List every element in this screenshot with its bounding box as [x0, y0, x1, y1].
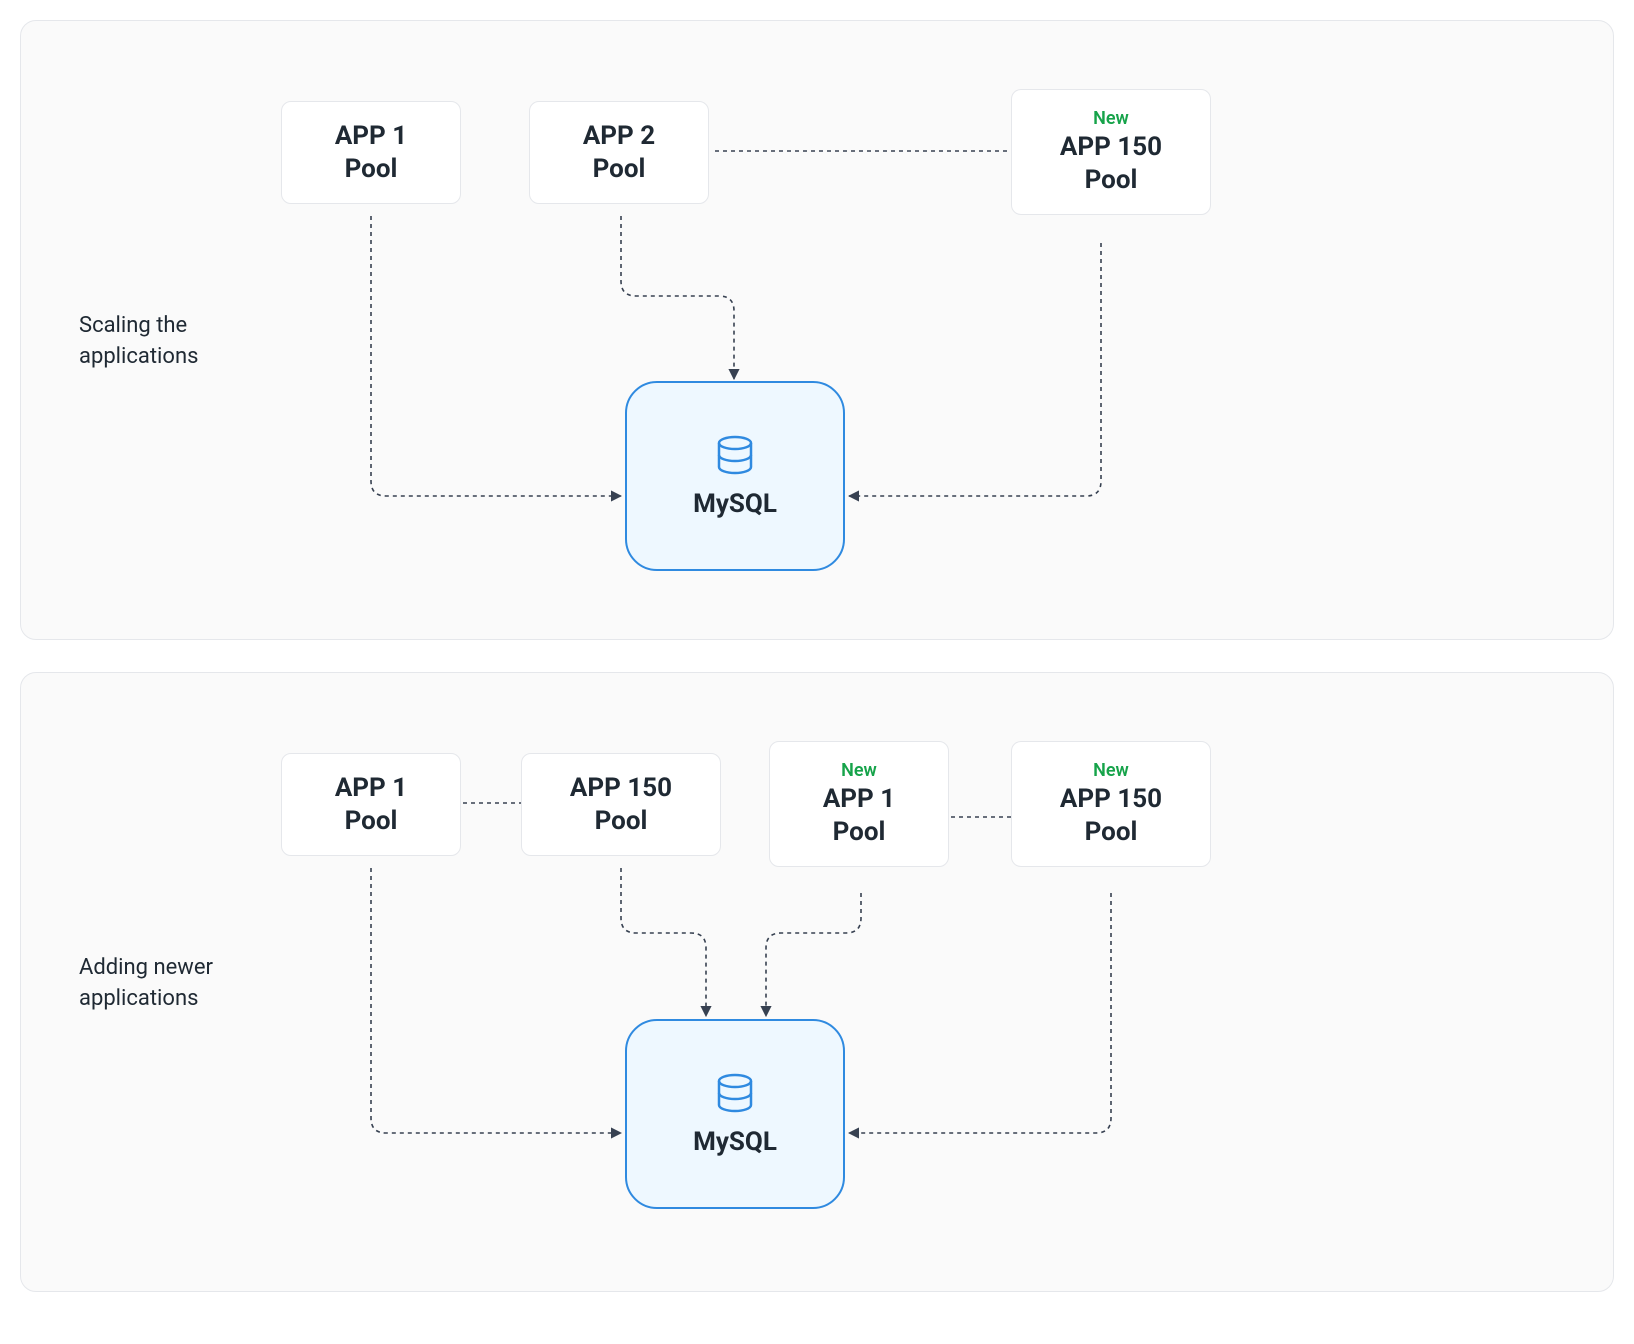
app150-bottom-line2: Pool	[546, 805, 696, 838]
app150new-bottom-line2: Pool	[1036, 816, 1186, 849]
app1-top-line1: APP 1	[306, 120, 436, 153]
app150-bottom-line1: APP 150	[546, 772, 696, 805]
panel-scaling: Scaling the applications APP 1 Pool APP …	[20, 20, 1614, 640]
app1new-bottom-line2: Pool	[794, 816, 924, 849]
app1-bottom-line1: APP 1	[306, 772, 436, 805]
app-box-app150-bottom: APP 150 Pool	[521, 753, 721, 856]
caption-scaling: Scaling the applications	[79, 311, 259, 373]
panel-adding: Adding newer applications APP 1 Pool APP…	[20, 672, 1614, 1292]
app1new-bottom-line1: APP 1	[794, 783, 924, 816]
app150new-bottom-badge: New	[1036, 760, 1186, 781]
database-icon	[713, 1071, 757, 1115]
db-box-top: MySQL	[625, 381, 845, 571]
app-box-app2-top: APP 2 Pool	[529, 101, 709, 204]
database-icon	[713, 433, 757, 477]
app1-bottom-line2: Pool	[306, 805, 436, 838]
app150-top-line1: APP 150	[1036, 131, 1186, 164]
app2-top-line2: Pool	[554, 153, 684, 186]
app-box-app1-top: APP 1 Pool	[281, 101, 461, 204]
caption-adding: Adding newer applications	[79, 953, 279, 1015]
app150-top-line2: Pool	[1036, 164, 1186, 197]
app1new-bottom-badge: New	[794, 760, 924, 781]
app1-top-line2: Pool	[306, 153, 436, 186]
db-label-top: MySQL	[693, 489, 777, 519]
app-box-app1new-bottom: New APP 1 Pool	[769, 741, 949, 867]
app2-top-line1: APP 2	[554, 120, 684, 153]
app150-top-badge: New	[1036, 108, 1186, 129]
app-box-app150new-bottom: New APP 150 Pool	[1011, 741, 1211, 867]
db-box-bottom: MySQL	[625, 1019, 845, 1209]
app-box-app1-bottom: APP 1 Pool	[281, 753, 461, 856]
db-label-bottom: MySQL	[693, 1127, 777, 1157]
app-box-app150-top: New APP 150 Pool	[1011, 89, 1211, 215]
app150new-bottom-line1: APP 150	[1036, 783, 1186, 816]
